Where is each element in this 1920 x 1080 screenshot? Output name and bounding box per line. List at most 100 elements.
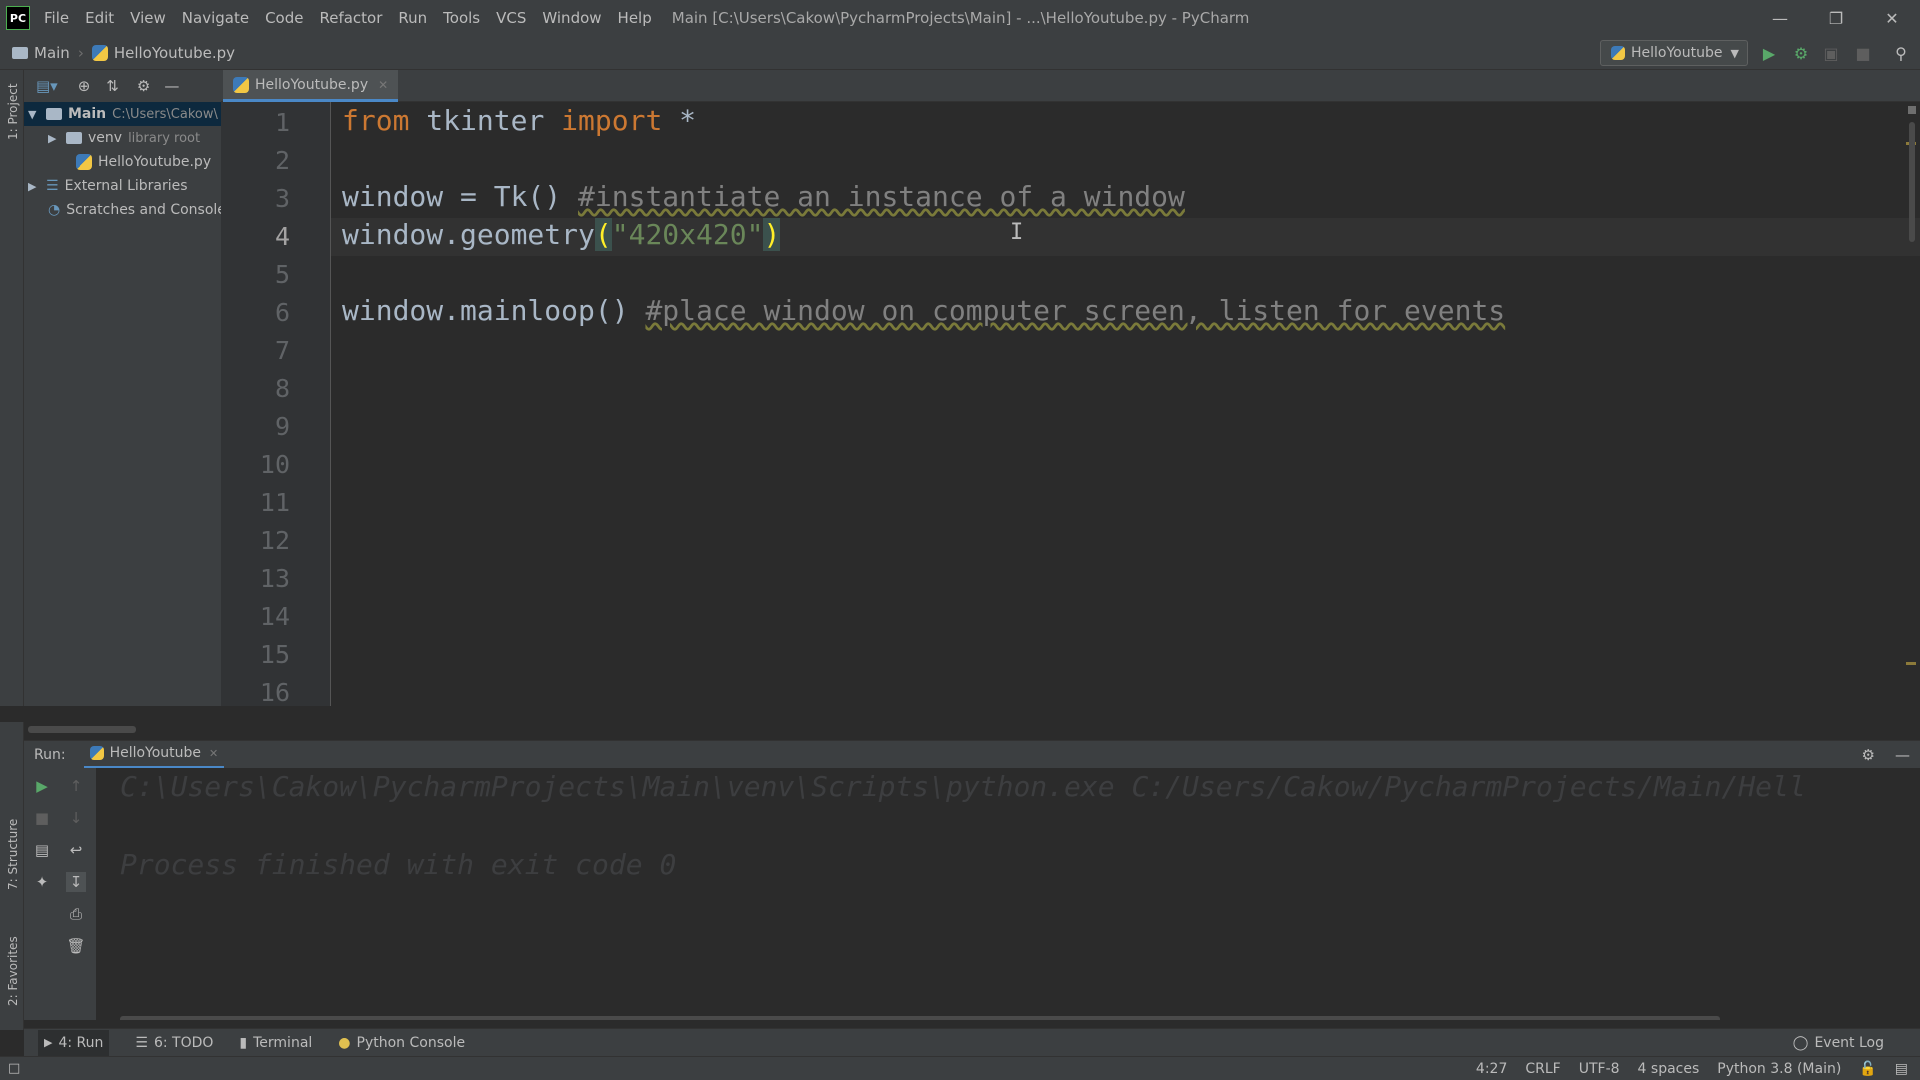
gear-icon[interactable]: ⚙ [137, 77, 150, 95]
memory-indicator-icon[interactable]: ▤ [1895, 1061, 1908, 1077]
close-window-button[interactable]: ✕ [1864, 0, 1920, 36]
run-tab-helloyoutube[interactable]: HelloYoutube ✕ [83, 741, 225, 769]
tree-item-file[interactable]: HelloYoutube.py [76, 150, 211, 174]
tree-item-main[interactable]: ▼ Main C:\Users\Cakow\ [24, 102, 221, 126]
coverage-icon[interactable]: ▣ [1822, 44, 1840, 63]
tree-item-venv[interactable]: ▶ venv library root [48, 126, 200, 150]
trash-icon[interactable]: 🗑 [66, 936, 86, 956]
tool-tab-event-log[interactable]: ◯ Event Log [1793, 1035, 1884, 1051]
editor-vertical-scrollbar[interactable] [1909, 122, 1915, 242]
warning-stripe-marker[interactable] [1906, 662, 1916, 665]
menu-refactor[interactable]: Refactor [319, 9, 382, 27]
python-file-icon [89, 746, 104, 760]
close-tab-icon[interactable]: ✕ [378, 78, 388, 92]
caret-position[interactable]: 4:27 [1476, 1061, 1507, 1077]
collapse-all-icon[interactable]: ⇅ [106, 77, 119, 95]
lock-icon[interactable]: 🔓 [1859, 1061, 1876, 1077]
scroll-up-icon[interactable]: ↑ [66, 776, 86, 796]
gear-icon[interactable]: ⚙ [1862, 746, 1875, 764]
project-toolbar: ▤▾ ⊕ ⇅ ⚙ — [24, 70, 221, 102]
run-toolbar: ▶ ■ ▤ ✦ ↑ ↓ ↩ ↧ ⎙ 🗑 [24, 768, 96, 1020]
line-number: 12 [259, 526, 290, 555]
project-horizontal-scrollbar[interactable] [28, 726, 136, 733]
code-line-1: from tkinter import * [342, 104, 696, 137]
code-line-3: window = Tk() #instantiate an instance o… [342, 180, 1185, 213]
run-console-output[interactable]: C:\Users\Cakow\PycharmProjects\Main\venv… [96, 768, 1920, 1020]
menu-window[interactable]: Window [542, 9, 601, 27]
toggle-tool-windows-icon[interactable]: □ [8, 1061, 20, 1076]
soft-wrap-icon[interactable]: ↩ [66, 840, 86, 860]
line-number: 10 [259, 450, 290, 479]
restore-layout-icon[interactable]: ▤ [32, 840, 52, 860]
line-number: 14 [259, 602, 290, 631]
menu-view[interactable]: View [130, 9, 166, 27]
search-icon[interactable]: ⚲ [1892, 44, 1910, 63]
tool-tab-terminal[interactable]: ▮ Terminal [239, 1035, 312, 1051]
keyword-import: import [561, 104, 663, 137]
tool-tab-python-console[interactable]: ● Python Console [338, 1035, 465, 1051]
tab-helloyoutube[interactable]: HelloYoutube.py ✕ [223, 70, 399, 102]
python-config-icon [1611, 46, 1625, 60]
structure-stripe-button[interactable]: 7: Structure [6, 819, 20, 890]
tool-tab-run[interactable]: ▶ 4: Run [38, 1029, 110, 1056]
python-interpreter[interactable]: Python 3.8 (Main) [1717, 1061, 1841, 1077]
run-configuration-dropdown[interactable]: HelloYoutube ▼ [1600, 40, 1748, 66]
breadcrumb-project-label: Main [34, 43, 70, 62]
view-mode-icon[interactable]: ▤▾ [36, 77, 58, 95]
hide-panel-icon[interactable]: — [164, 77, 179, 95]
menu-file[interactable]: File [44, 9, 69, 27]
breadcrumb-separator-icon: › [77, 43, 84, 62]
rerun-icon[interactable]: ▶ [32, 776, 52, 796]
file-encoding[interactable]: UTF-8 [1579, 1061, 1620, 1077]
code-statement: window.mainloop() [342, 294, 646, 327]
menu-vcs[interactable]: VCS [496, 9, 526, 27]
close-tab-icon[interactable]: ✕ [209, 747, 218, 760]
run-icon[interactable]: ▶ [1760, 44, 1778, 63]
code-editor[interactable]: from tkinter import * window = Tk() #ins… [331, 102, 1920, 706]
menu-code[interactable]: Code [265, 9, 303, 27]
code-line-4: window.geometry("420x420") [342, 218, 781, 251]
import-wildcard: * [662, 104, 697, 137]
chevron-down-icon: ▼ [1730, 46, 1739, 60]
python-file-icon [233, 76, 249, 93]
menu-run[interactable]: Run [398, 9, 427, 27]
line-number: 7 [274, 336, 290, 365]
minimize-button[interactable]: — [1752, 0, 1808, 36]
menu-help[interactable]: Help [618, 9, 652, 27]
console-horizontal-scrollbar[interactable] [120, 1016, 1720, 1020]
stop-icon[interactable]: ■ [32, 808, 52, 828]
restore-button[interactable]: ❐ [1808, 0, 1864, 36]
stop-icon[interactable]: ■ [1854, 44, 1872, 63]
breadcrumb-file[interactable]: HelloYoutube.py [91, 43, 235, 62]
favorites-stripe-button[interactable]: 2: Favorites [6, 936, 20, 1006]
line-separator[interactable]: CRLF [1525, 1061, 1560, 1077]
collapsed-arrow-icon: ▶ [28, 179, 37, 193]
locate-icon[interactable]: ⊕ [78, 77, 91, 95]
hide-panel-icon[interactable]: — [1895, 746, 1910, 764]
indent-setting[interactable]: 4 spaces [1638, 1061, 1700, 1077]
mouse-text-cursor-icon: I [1010, 220, 1024, 245]
menu-edit[interactable]: Edit [85, 9, 114, 27]
folder-icon [12, 46, 28, 59]
python-console-icon: ● [338, 1034, 351, 1051]
breadcrumb-file-label: HelloYoutube.py [113, 43, 235, 62]
python-file-icon [76, 154, 92, 170]
breadcrumb-project[interactable]: Main [12, 44, 70, 62]
console-exit-message: Process finished with exit code 0 [120, 848, 677, 881]
print-icon[interactable]: ⎙ [66, 904, 86, 924]
pin-icon[interactable]: ✦ [32, 872, 52, 892]
project-stripe-button[interactable]: 1: Project [6, 83, 20, 140]
matched-paren: ) [763, 218, 781, 251]
event-log-icon: ◯ [1792, 1034, 1809, 1051]
scroll-to-end-icon[interactable]: ↧ [66, 872, 86, 892]
tree-item-external-libraries[interactable]: ▶ ☰ External Libraries [28, 174, 188, 198]
folder-icon [66, 132, 82, 144]
debug-icon[interactable]: ⚙ [1792, 44, 1810, 63]
menu-navigate[interactable]: Navigate [182, 9, 249, 27]
scroll-down-icon[interactable]: ↓ [66, 808, 86, 828]
tool-tab-todo[interactable]: ☰ 6: TODO [135, 1035, 213, 1051]
tree-venv-label: venv [88, 130, 123, 146]
menu-tools[interactable]: Tools [443, 9, 480, 27]
tree-item-scratches[interactable]: ◔ Scratches and Consoles [48, 198, 233, 222]
matched-paren: ( [594, 218, 612, 251]
